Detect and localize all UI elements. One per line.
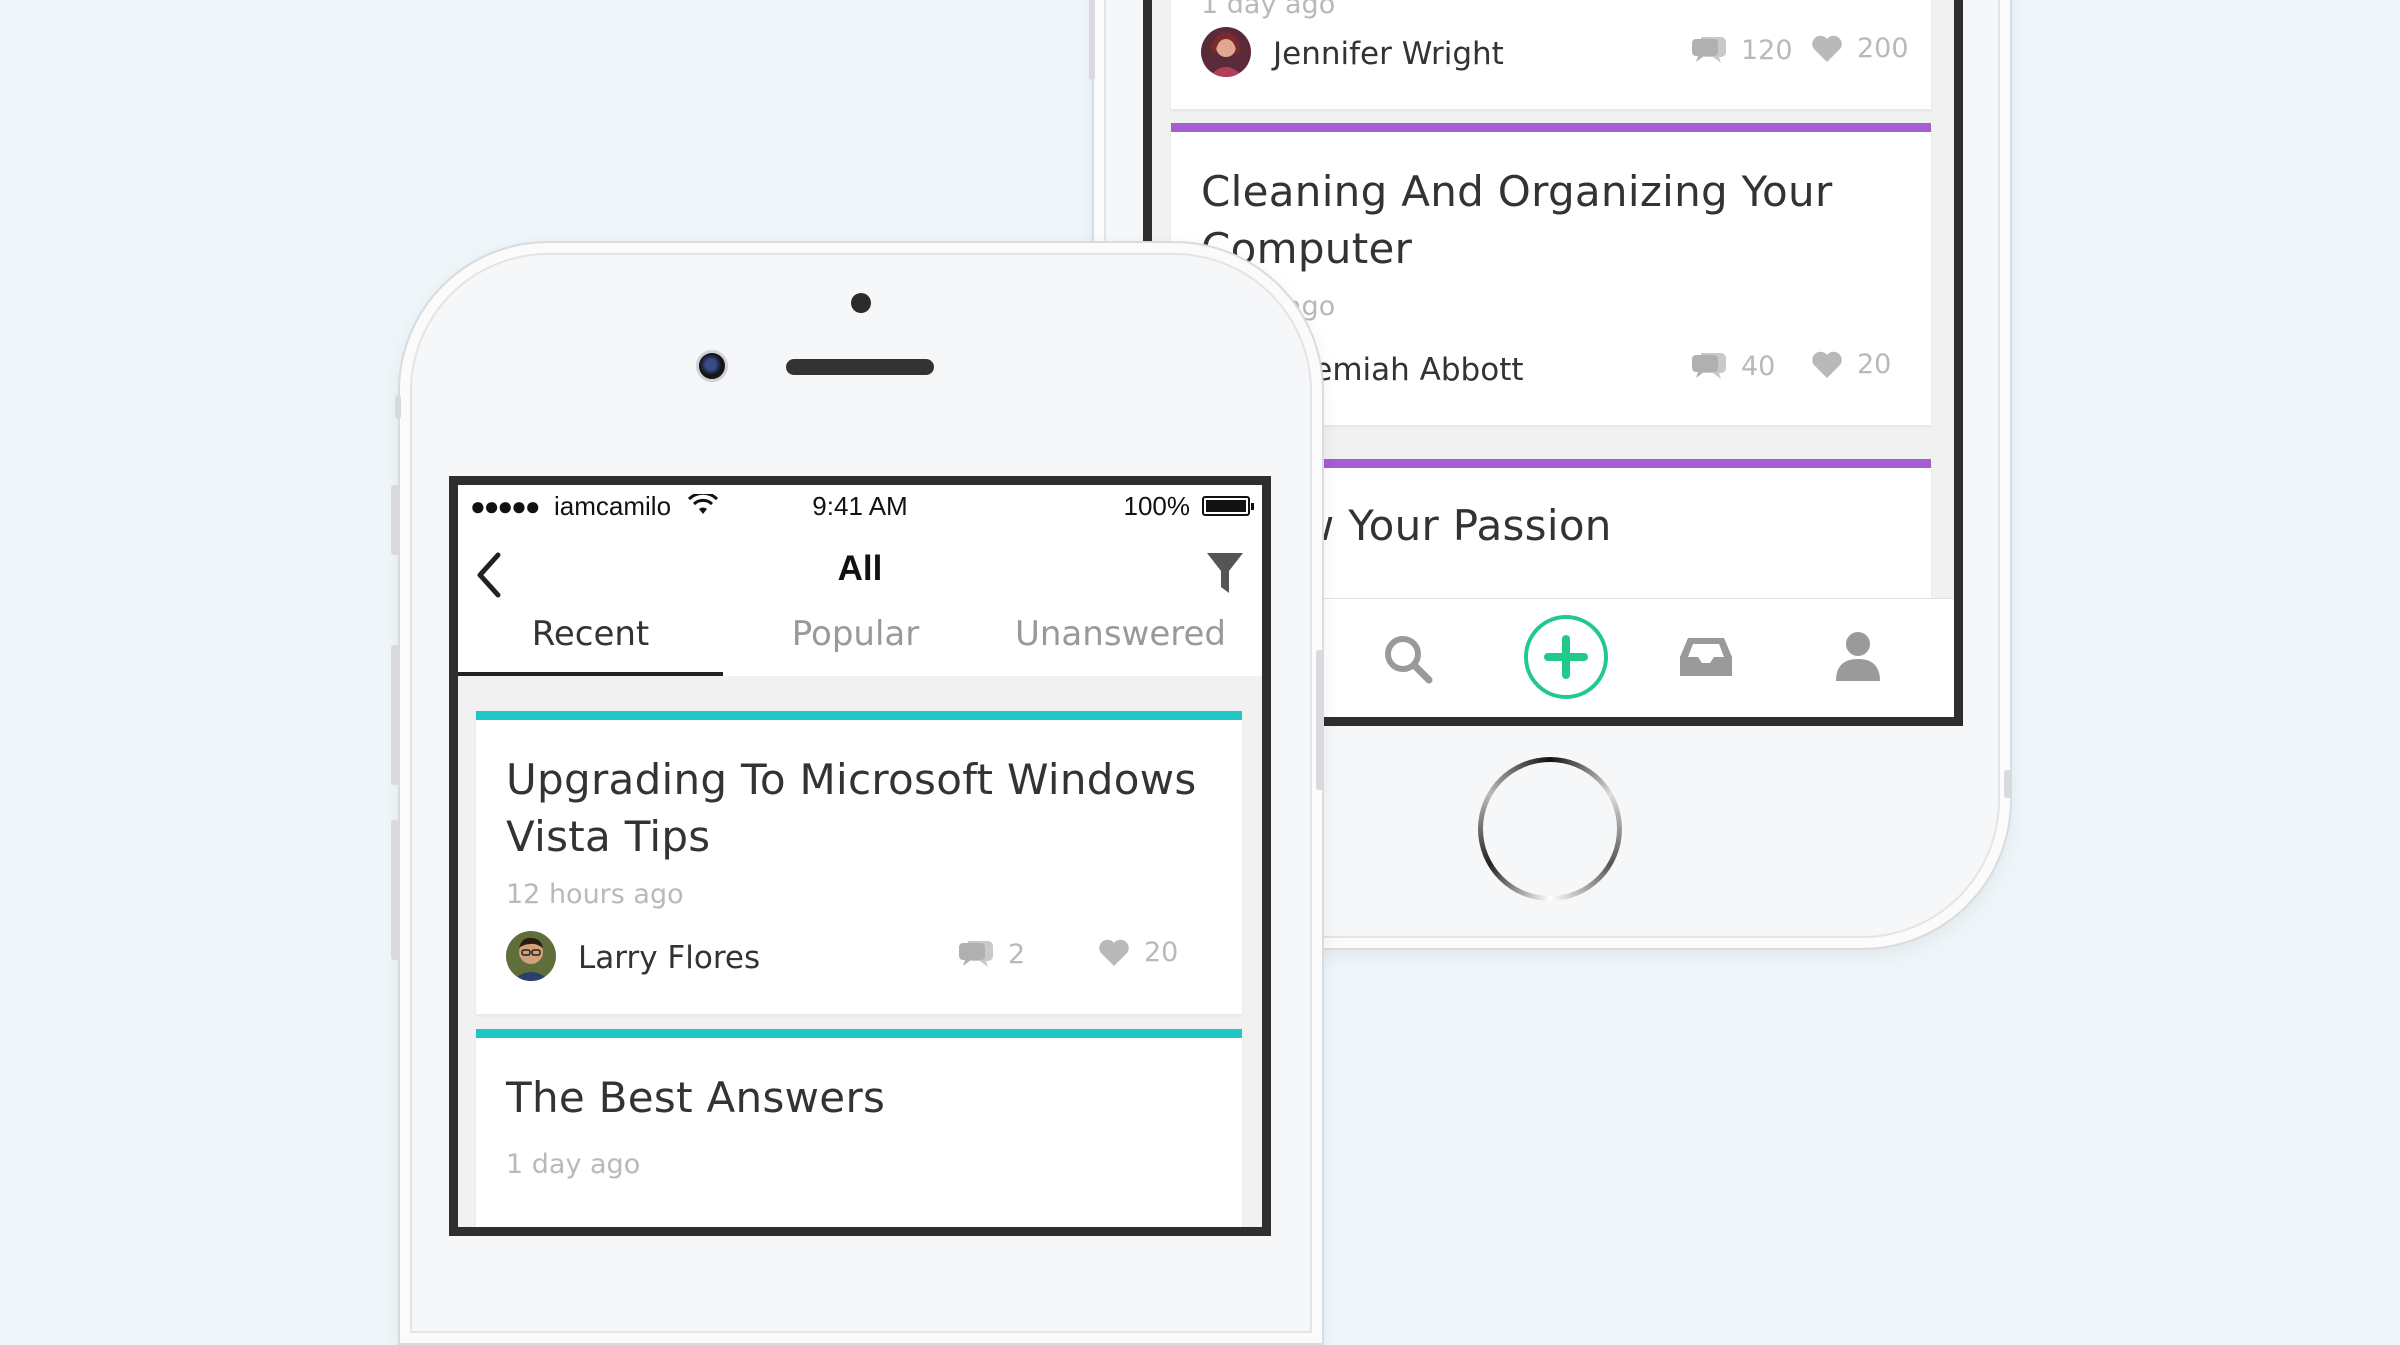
- post-title: Cleaning And Organizing Your Computer: [1201, 167, 1833, 273]
- back-phone-side-button: [1089, 0, 1095, 80]
- heart-icon: [1812, 351, 1842, 378]
- avatar[interactable]: [506, 931, 556, 981]
- battery-icon: [1202, 496, 1254, 516]
- camera-icon: [696, 350, 728, 382]
- like-count-value: 20: [1144, 937, 1179, 968]
- volume-button: [391, 485, 399, 555]
- add-icon[interactable]: [1522, 613, 1610, 705]
- post-color-bar: [476, 711, 1242, 720]
- post-title: The Best Answers: [506, 1073, 886, 1122]
- author-name[interactable]: Larry Flores: [578, 940, 760, 976]
- post-color-bar: [476, 1029, 1242, 1038]
- like-count[interactable]: 20: [1811, 349, 1891, 380]
- page-title: All: [837, 549, 883, 588]
- nav-bar: All Recent Popular Unanswered: [458, 529, 1262, 676]
- power-button: [1316, 650, 1324, 790]
- back-phone-side-button: [2004, 770, 2012, 798]
- like-count[interactable]: 20: [1098, 937, 1178, 968]
- avatar[interactable]: [1201, 27, 1251, 77]
- status-bar: ●●●●● iamcamilo 9:41 AM 100%: [458, 485, 1262, 529]
- comment-count[interactable]: 40: [1689, 349, 1775, 383]
- comment-count-value: 2: [1008, 938, 1026, 970]
- post-time: 1 day ago: [1201, 0, 1336, 20]
- comment-icon: [1692, 37, 1726, 63]
- author-row: Larry Flores 2 20: [506, 931, 1202, 985]
- front-phone-screen: ●●●●● iamcamilo 9:41 AM 100% All Recent …: [449, 476, 1271, 1236]
- heart-icon: [1099, 939, 1129, 966]
- tab-popular[interactable]: Popular: [723, 614, 988, 654]
- volume-button: [391, 645, 399, 785]
- comment-icon: [959, 941, 993, 967]
- volume-button: [391, 820, 399, 960]
- comment-count[interactable]: 120: [1689, 33, 1793, 67]
- tab-unanswered[interactable]: Unanswered: [988, 614, 1253, 654]
- home-button[interactable]: [1478, 757, 1622, 901]
- comment-count-value: 120: [1741, 34, 1793, 66]
- comment-icon: [1692, 353, 1726, 379]
- author-name[interactable]: Jennifer Wright: [1273, 36, 1504, 72]
- comment-count-value: 40: [1741, 350, 1776, 382]
- author-row: Jennifer Wright 120 200: [1201, 27, 1909, 81]
- proximity-sensor: [851, 293, 871, 313]
- battery-percent: 100%: [1123, 491, 1191, 521]
- post-card[interactable]: The Best Answers 1 day ago: [476, 1029, 1242, 1227]
- earpiece-speaker: [786, 359, 934, 375]
- post-card[interactable]: Upgrading To Microsoft Windows Vista Tips…: [476, 711, 1242, 1014]
- comment-count[interactable]: 2: [956, 937, 1025, 971]
- like-count-value: 20: [1857, 349, 1892, 380]
- front-phone-side-button: [395, 395, 401, 419]
- post-time: 1 day ago: [506, 1149, 641, 1180]
- post-card[interactable]: 1 day ago Jennifer Wright 120 200: [1171, 0, 1931, 109]
- heart-icon: [1812, 35, 1842, 62]
- profile-icon[interactable]: [1834, 629, 1882, 687]
- post-time: 12 hours ago: [506, 879, 684, 910]
- active-tab-indicator: [458, 672, 723, 676]
- front-app: ●●●●● iamcamilo 9:41 AM 100% All Recent …: [458, 485, 1262, 1227]
- filter-icon[interactable]: [1206, 551, 1244, 599]
- like-count[interactable]: 200: [1811, 33, 1909, 64]
- search-icon[interactable]: [1382, 633, 1434, 689]
- tab-recent[interactable]: Recent: [458, 614, 723, 654]
- post-color-bar: [1171, 123, 1931, 132]
- post-title: Upgrading To Microsoft Windows Vista Tips: [506, 755, 1197, 861]
- like-count-value: 200: [1857, 33, 1909, 64]
- inbox-icon[interactable]: [1678, 635, 1734, 683]
